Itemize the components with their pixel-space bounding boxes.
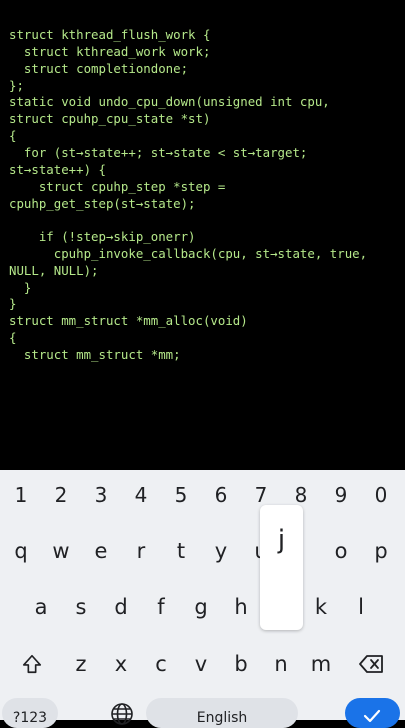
code-line: st→state++) { (9, 162, 106, 177)
code-line: cpuhp_get_step(st→state); (9, 196, 196, 211)
code-line: struct kthread_work work; (9, 44, 211, 59)
key-p[interactable]: p (362, 533, 400, 569)
key-s[interactable]: s (62, 589, 100, 625)
code-line: struct completiondone; (9, 61, 189, 76)
key-b[interactable]: b (222, 645, 260, 683)
key-5[interactable]: 5 (162, 478, 200, 512)
language-key[interactable] (104, 702, 140, 726)
enter-key[interactable] (345, 698, 400, 728)
shift-icon (21, 653, 43, 675)
key-d[interactable]: d (102, 589, 140, 625)
code-line: } (9, 280, 32, 295)
code-line: { (9, 330, 17, 345)
shift-key[interactable] (10, 645, 54, 683)
key-t[interactable]: t (162, 533, 200, 569)
key-2[interactable]: 2 (42, 478, 80, 512)
space-key[interactable]: English (146, 698, 298, 728)
code-editor[interactable]: struct kthread_flush_work { struct kthre… (0, 0, 405, 470)
key-a[interactable]: a (22, 589, 60, 625)
code-line: } (9, 296, 17, 311)
code-line: NULL, NULL); (9, 263, 99, 278)
backspace-key[interactable] (350, 645, 394, 683)
code-line: struct mm_struct *mm_alloc(void) (9, 313, 248, 328)
symbols-key[interactable]: ?123 (2, 698, 58, 728)
key-c[interactable]: c (142, 645, 180, 683)
key-g[interactable]: g (182, 589, 220, 625)
code-line: if (!step→skip_onerr) (9, 229, 196, 244)
symbols-key-label: ?123 (12, 710, 48, 726)
key-q[interactable]: q (2, 533, 40, 569)
key-preview-popup: j (260, 505, 303, 630)
key-9[interactable]: 9 (322, 478, 360, 512)
code-line: cpuhp_invoke_callback(cpu, st→state, tru… (9, 246, 368, 261)
key-0[interactable]: 0 (362, 478, 400, 512)
key-w[interactable]: w (42, 533, 80, 569)
key-z[interactable]: z (62, 645, 100, 683)
code-line: static void undo_cpu_down(unsigned int c… (9, 94, 330, 109)
code-line: }; (9, 78, 24, 93)
key-preview-letter: j (277, 525, 286, 555)
key-r[interactable]: r (122, 533, 160, 569)
key-x[interactable]: x (102, 645, 140, 683)
enter-icon (362, 706, 382, 726)
key-h[interactable]: h (222, 589, 260, 625)
globe-icon (110, 702, 134, 726)
backspace-icon (359, 654, 385, 674)
key-6[interactable]: 6 (202, 478, 240, 512)
key-1[interactable]: 1 (2, 478, 40, 512)
code-line: for (st→state++; st→state < st→target; (9, 145, 308, 160)
code-line: struct cpuhp_cpu_state *st) (9, 111, 211, 126)
key-4[interactable]: 4 (122, 478, 160, 512)
key-f[interactable]: f (142, 589, 180, 625)
key-n[interactable]: n (262, 645, 300, 683)
key-m[interactable]: m (302, 645, 340, 683)
code-line: { (9, 128, 17, 143)
key-o[interactable]: o (322, 533, 360, 569)
key-l[interactable]: l (342, 589, 380, 625)
key-y[interactable]: y (202, 533, 240, 569)
key-3[interactable]: 3 (82, 478, 120, 512)
key-e[interactable]: e (82, 533, 120, 569)
key-k[interactable]: k (302, 589, 340, 625)
code-line: struct cpuhp_step *step = (9, 179, 226, 194)
code-line: struct mm_struct *mm; (9, 347, 181, 362)
code-line: struct kthread_flush_work { (9, 27, 211, 42)
key-v[interactable]: v (182, 645, 220, 683)
space-key-label: English (196, 710, 248, 726)
